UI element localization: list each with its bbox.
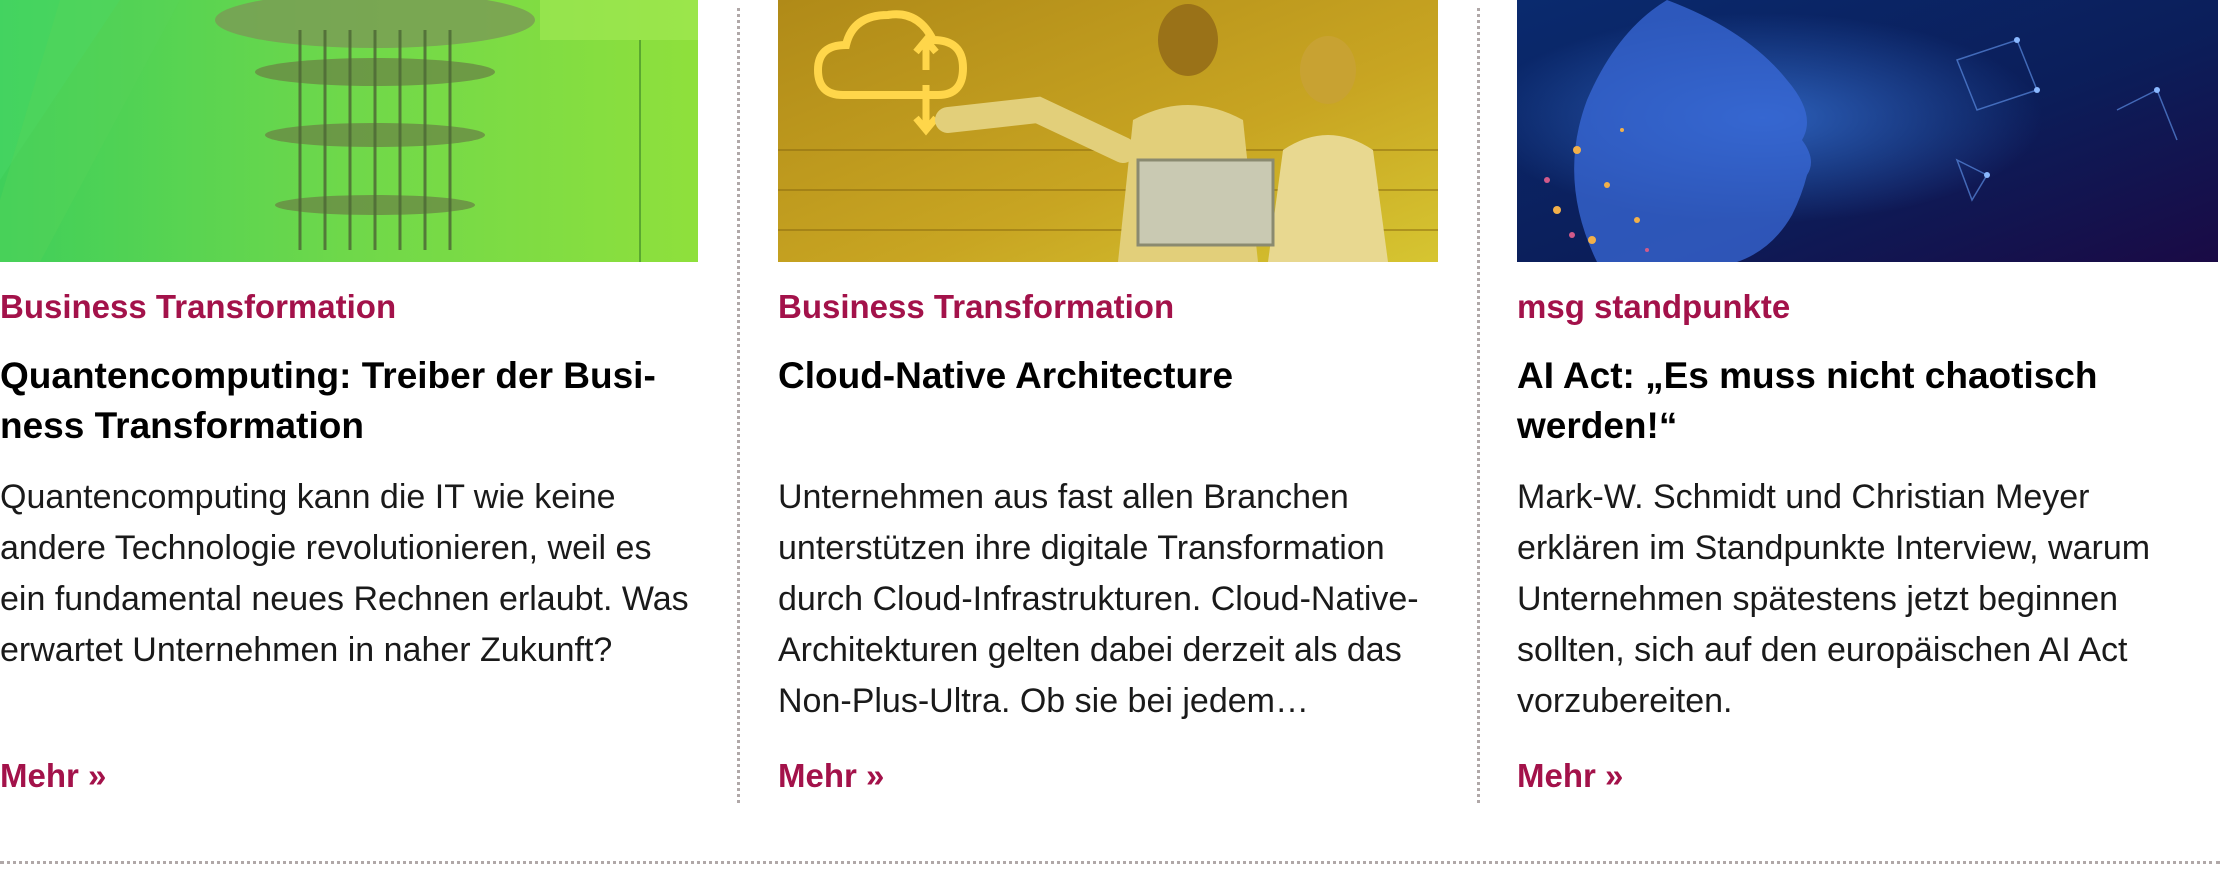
- column-divider: [737, 8, 740, 803]
- teaser-headline-line[interactable]: ness Transformation: [0, 401, 698, 451]
- section-divider: [0, 861, 2220, 864]
- teaser-text: Unternehmen aus fast allen Branchen unte…: [778, 478, 1419, 720]
- ai-face-illustration: [1517, 0, 2218, 262]
- teaser-card-ai-act: msg standpunkte AI Act: „Es muss nicht c…: [1517, 0, 2218, 800]
- teaser-card-cloud-native: Business Transformation Cloud-Native Arc…: [778, 0, 1438, 800]
- teaser-category[interactable]: Business Transformation: [0, 285, 698, 329]
- teaser-headline-line[interactable]: Cloud-Native Architecture: [778, 351, 1438, 401]
- cloud-team-illustration: [778, 0, 1438, 262]
- teaser-text: Quantencomputing kann die IT wie keine a…: [0, 478, 689, 669]
- teaser-headline[interactable]: Cloud-Native Architecture: [778, 351, 1438, 451]
- mehr-link[interactable]: Mehr »: [0, 752, 106, 800]
- teaser-image-cloud[interactable]: [778, 0, 1438, 262]
- teaser-text: Mark-W. Schmidt und Christian Meyer erkl…: [1517, 478, 2151, 720]
- column-divider: [1477, 8, 1480, 803]
- quantum-computer-illustration: [0, 0, 698, 262]
- teaser-headline[interactable]: AI Act: „Es muss nicht chaotisch werden!…: [1517, 351, 2218, 451]
- teaser-headline-line[interactable]: Quantencomputing: Treiber der Busi-: [0, 351, 698, 401]
- teaser-image-ai[interactable]: [1517, 0, 2218, 262]
- teaser-headline-line[interactable]: AI Act: „Es muss nicht chaotisch: [1517, 351, 2218, 401]
- teaser-category[interactable]: Business Transformation: [778, 285, 1438, 329]
- teaser-headline-line[interactable]: werden!“: [1517, 401, 2218, 451]
- teaser-category[interactable]: msg standpunkte: [1517, 285, 2218, 329]
- mehr-link[interactable]: Mehr »: [1517, 752, 1623, 800]
- teaser-card-quantencomputing: Business Transformation Quantencomputing…: [0, 0, 698, 800]
- mehr-link[interactable]: Mehr »: [778, 752, 884, 800]
- teaser-image-quantum[interactable]: [0, 0, 698, 262]
- teaser-headline[interactable]: Quantencomputing: Treiber der Busi- ness…: [0, 351, 698, 451]
